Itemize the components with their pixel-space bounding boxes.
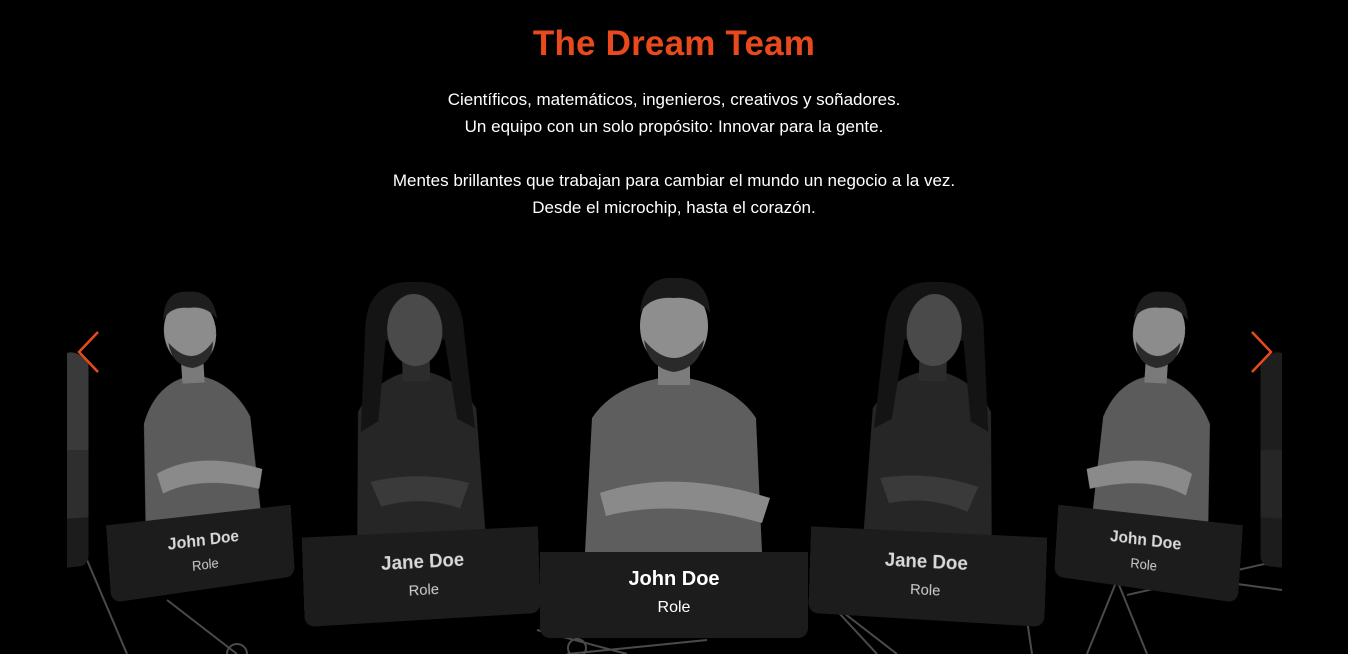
member-plate: Jane Doe Role <box>808 526 1048 628</box>
member-photo <box>811 268 1057 538</box>
member-plate: Jane Doe Role <box>301 526 541 628</box>
section-title: The Dream Team <box>532 24 816 63</box>
team-card[interactable]: Jane Doe Role <box>292 268 541 637</box>
member-plate: John Doe Role <box>540 552 808 638</box>
dream-team-section: The Dream Team Científicos, matemáticos,… <box>0 0 1348 654</box>
section-intro: Científicos, matemáticos, ingenieros, cr… <box>0 86 1348 221</box>
intro-line: Desde el microchip, hasta el corazón. <box>532 198 816 217</box>
intro-line: Un equipo con un solo propósito: Innovar… <box>464 117 884 136</box>
member-role: Role <box>909 581 941 600</box>
team-card[interactable]: Jane Doe Role <box>808 268 1057 637</box>
member-photo <box>540 258 808 552</box>
member-name: John Doe <box>628 568 720 590</box>
member-role: Role <box>408 581 440 600</box>
intro-line: Científicos, matemáticos, ingenieros, cr… <box>447 90 901 109</box>
intro-line: Mentes brillantes que trabajan para camb… <box>392 171 956 190</box>
carousel-next-button[interactable] <box>1248 330 1274 374</box>
team-card[interactable]: John Doe Role <box>88 269 296 614</box>
member-photo <box>88 269 291 526</box>
member-photo <box>292 268 538 538</box>
carousel-prev-button[interactable] <box>76 330 102 374</box>
team-carousel[interactable]: John Doe Role Jane Doe Role John Doe Rol… <box>67 250 1282 654</box>
chevron-right-icon <box>1251 331 1273 373</box>
team-card-active[interactable]: John Doe Role <box>540 258 808 638</box>
member-photo <box>1058 269 1261 526</box>
chevron-left-icon <box>77 331 99 373</box>
member-role: Role <box>657 599 691 616</box>
team-card[interactable]: John Doe Role <box>1053 269 1261 614</box>
